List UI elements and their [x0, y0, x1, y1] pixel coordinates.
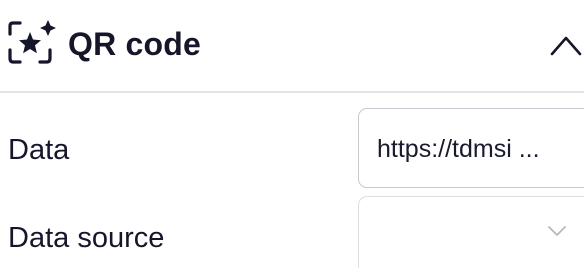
chevron-up-icon[interactable]	[548, 26, 584, 62]
data-input[interactable]: https://tdmsi ...	[358, 108, 584, 188]
data-source-label: Data source	[8, 222, 165, 254]
section-divider	[0, 91, 584, 93]
sparkle-frame-icon	[6, 18, 56, 68]
data-source-select[interactable]	[358, 196, 584, 268]
chevron-down-icon	[543, 217, 571, 245]
data-input-value: https://tdmsi ...	[377, 135, 540, 163]
qr-code-section-header[interactable]: QR code	[0, 0, 584, 90]
data-label: Data	[8, 134, 70, 166]
section-title: QR code	[68, 26, 201, 62]
